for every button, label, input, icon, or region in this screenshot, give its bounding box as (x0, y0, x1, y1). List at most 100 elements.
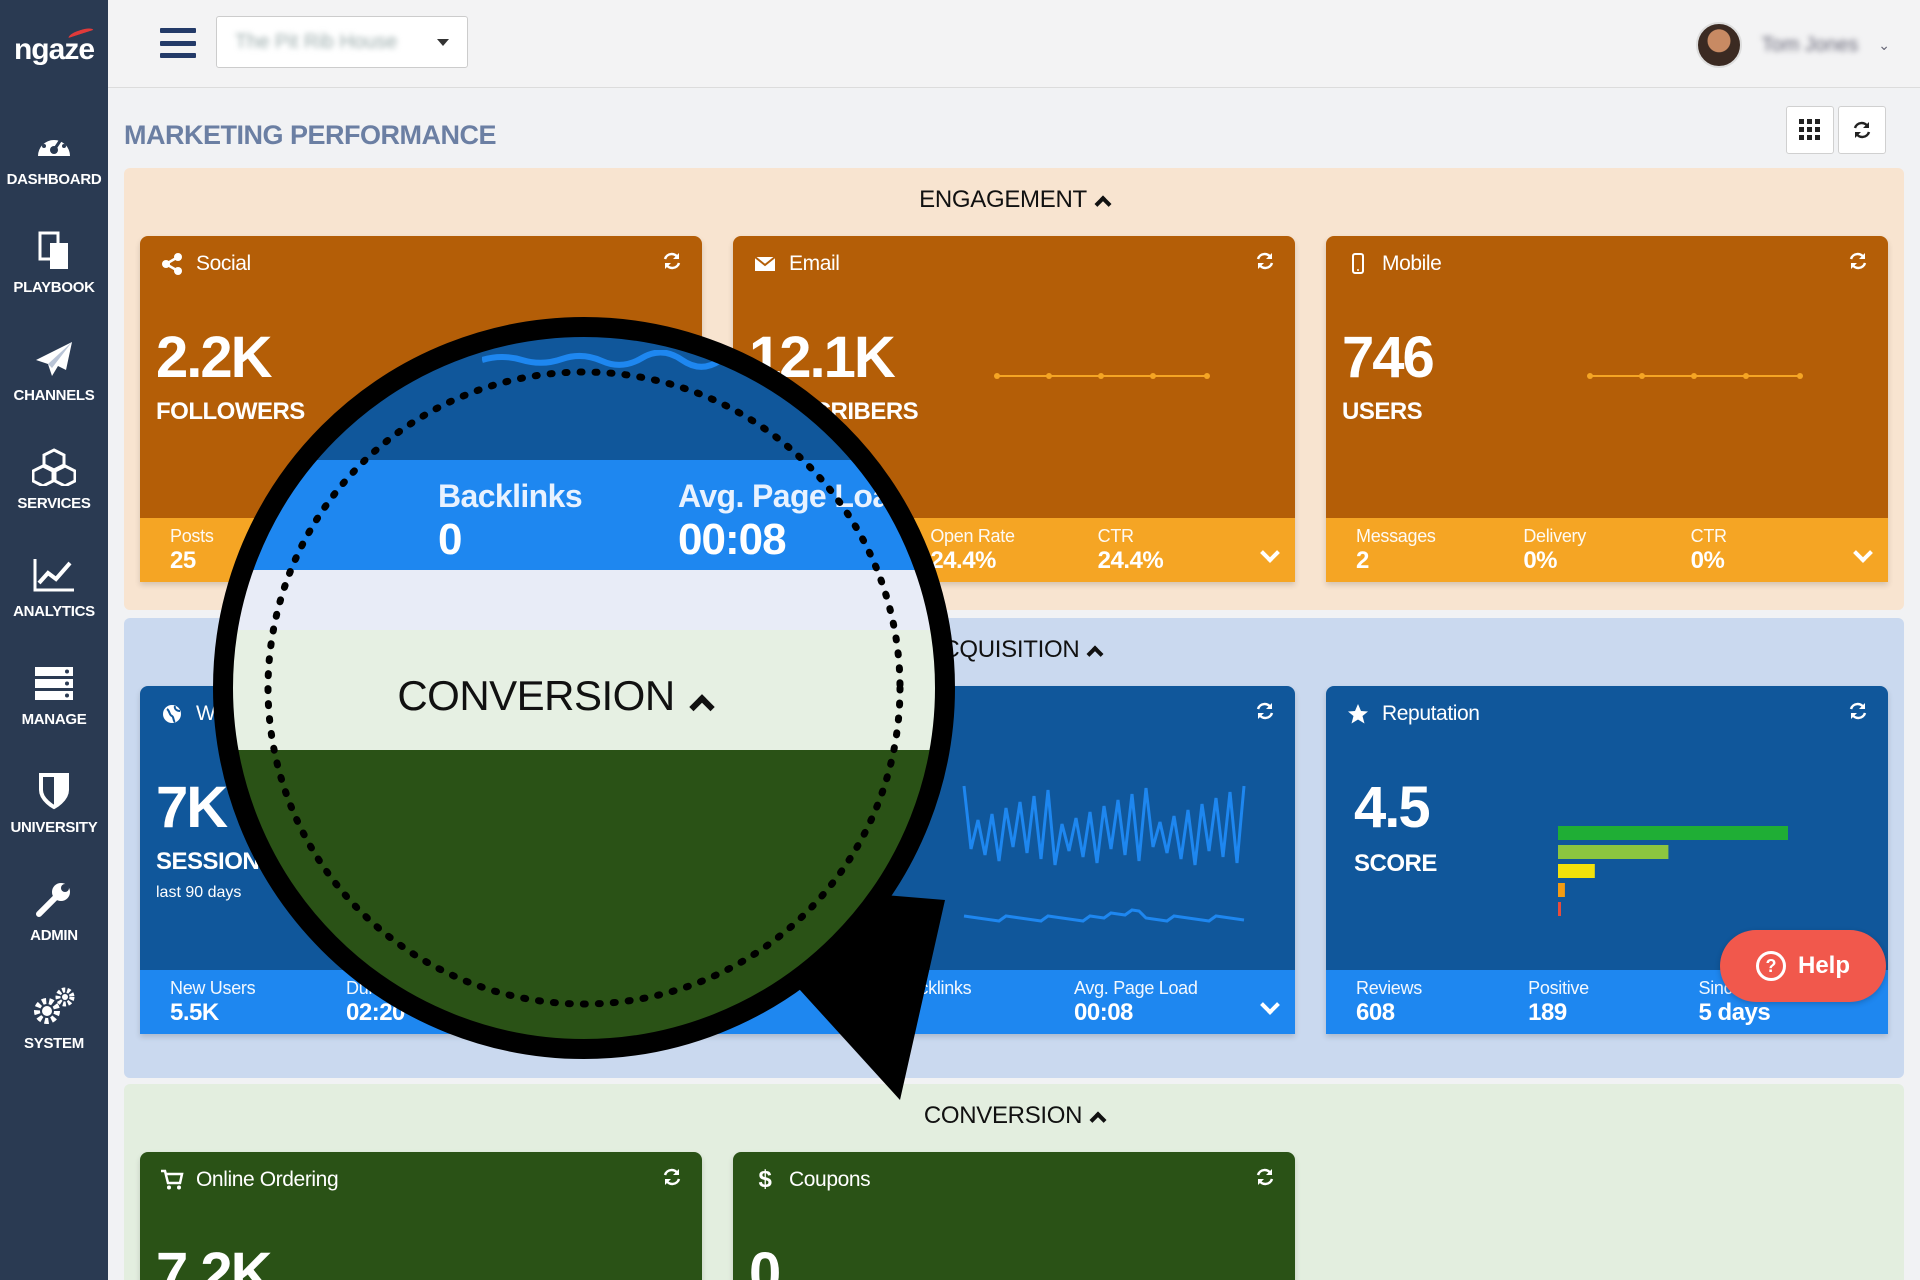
sidebar-item-university[interactable]: UNIVERSITY (0, 748, 108, 856)
avatar (1695, 22, 1742, 68)
menu-toggle-icon[interactable] (160, 28, 196, 58)
rating-bar (1558, 883, 1565, 897)
card-header: Social (140, 236, 702, 292)
stat-value: 0% (1690, 547, 1725, 574)
stat-value: 24.4% (1097, 547, 1164, 574)
stat-value: 02:20 (346, 999, 405, 1026)
dollar-icon: $ (758, 1166, 772, 1193)
sidebar-item-dashboard[interactable]: DASHBOARD (0, 100, 108, 208)
stat-avg-page-load: Avg. Page Load 00:08 (1074, 970, 1250, 1034)
shopping-cart-icon (160, 1168, 184, 1192)
metric-unit: SCORE (1354, 850, 1437, 877)
stat-placeholder (763, 518, 930, 582)
stat-value: 5 days (1698, 999, 1771, 1026)
stat-label: CTR (1097, 526, 1134, 546)
stat-value: 608 (1356, 999, 1395, 1026)
engagement-section: ENGAGEMENT Social 2.2K FOLLOWERS Posts 25… (124, 168, 1904, 610)
card-header: $ Coupons (733, 1152, 1295, 1208)
card-title: Email (789, 252, 840, 275)
stat-posts: Posts 25 (170, 518, 346, 582)
acquisition-section: ACQUISITION Web 7K pons SESSIONS last 90 … (124, 618, 1904, 1078)
acquisition-header[interactable]: ACQUISITION (124, 636, 1904, 664)
baseline-line (963, 908, 1245, 923)
stat-value: 00:08 (1074, 999, 1133, 1026)
sidebar-item-analytics[interactable]: ANALYTICS (0, 532, 108, 640)
chevron-down-icon: ⌄ (1878, 36, 1890, 53)
stat-label: CTR (1690, 526, 1727, 546)
sidebar-item-admin[interactable]: ADMIN (0, 856, 108, 964)
stat-label: New Users (170, 978, 256, 998)
card-title: Online Ordering (196, 1168, 339, 1191)
sidebar-item-playbook[interactable]: PLAYBOOK (0, 208, 108, 316)
user-menu[interactable]: Tom Jones ⌄ (1695, 22, 1890, 68)
refresh-icon[interactable] (1848, 251, 1868, 277)
server-icon (32, 661, 76, 705)
card-title: Coupons (789, 1168, 871, 1191)
card-footer: Posts 25 (140, 518, 702, 582)
stat-label: Posts (170, 526, 214, 546)
metric-unit: SESSIONS (156, 848, 275, 875)
sidebar-item-channels[interactable]: CHANNELS (0, 316, 108, 424)
business-select-value: The Pit Rib House (235, 30, 398, 53)
wrench-icon (32, 877, 76, 921)
help-label: Help (1797, 952, 1850, 979)
engagement-header[interactable]: ENGAGEMENT (124, 186, 1904, 214)
sidebar-item-manage[interactable]: MANAGE (0, 640, 108, 748)
sparkline (994, 373, 1210, 379)
sidebar-item-services[interactable]: SERVICES (0, 424, 108, 532)
refresh-icon[interactable] (1848, 701, 1868, 727)
card-header: Mobile (1326, 236, 1888, 292)
email-card: Email 12.1K SUBSCRIBERS Open Rate 24.4% C… (733, 236, 1295, 582)
refresh-icon[interactable] (662, 251, 682, 277)
card-header: Web (140, 686, 1295, 742)
stat-value: 0 (898, 999, 911, 1026)
section-title: CONVERSION (923, 1102, 1083, 1129)
stat-value: 0% (1523, 547, 1558, 574)
sidebar-item-label: ADMIN (30, 926, 78, 944)
stat-open-rate: Open Rate 24.4% (930, 518, 1097, 582)
stat-duration: Duration 02:20 (346, 970, 522, 1034)
refresh-icon[interactable] (1255, 701, 1275, 727)
sidebar-item-label: DASHBOARD (6, 170, 102, 188)
metric-suffix: pons (244, 798, 317, 834)
card-footer: New Users 5.5K Duration 02:20 Backlinks 0 A… (140, 970, 1295, 1034)
ngaze-logo[interactable]: ngaze (0, 0, 108, 100)
card-footer: Open Rate 24.4% CTR 24.4% (733, 518, 1295, 582)
sidebar-item-label: UNIVERSITY (10, 818, 98, 836)
grid-view-button[interactable] (1786, 106, 1834, 154)
share-icon (160, 252, 184, 276)
chevron-up-icon (1086, 645, 1104, 663)
metric-value: 4.5 (1354, 775, 1431, 840)
expand-chevron-icon[interactable] (1260, 995, 1280, 1015)
playbook-icon (32, 229, 76, 273)
refresh-icon[interactable] (1255, 1167, 1275, 1193)
metric-value: 12.1K (749, 325, 896, 390)
section-title: ACQUISITION (926, 636, 1080, 663)
sidebar-item-label: SYSTEM (24, 1034, 84, 1052)
mobile-card: Mobile 746 USERS Messages 2 Delivery 0% CT… (1326, 236, 1888, 582)
user-name: Tom Jones (1761, 33, 1859, 56)
online-ordering-card: Online Ordering 7.2K (140, 1152, 702, 1280)
metric-unit: FOLLOWERS (156, 398, 305, 425)
metric-unit: USERS (1342, 398, 1423, 425)
refresh-icon[interactable] (662, 1167, 682, 1193)
metric-value: 746 (1342, 325, 1435, 390)
mobile-phone-icon (1346, 252, 1370, 276)
stat-label: Delivery (1523, 526, 1586, 546)
stat-messages: Messages 2 (1356, 518, 1523, 582)
refresh-icon[interactable] (1255, 251, 1275, 277)
stat-value: 25 (170, 547, 196, 574)
metric-value: 0 (749, 1241, 781, 1280)
web-card: Web 7K pons SESSIONS last 90 days New Use… (140, 686, 1295, 1034)
sidebar-item-system[interactable]: SYSTEM (0, 964, 108, 1072)
sidebar-item-label: PLAYBOOK (13, 278, 95, 296)
refresh-all-button[interactable] (1838, 106, 1886, 154)
conversion-header[interactable]: CONVERSION (124, 1102, 1904, 1130)
question-circle-icon: ? (1755, 951, 1786, 981)
help-button[interactable]: ? Help (1720, 930, 1886, 1002)
business-select[interactable]: The Pit Rib House (216, 16, 468, 68)
coupons-card: $ Coupons 0 (733, 1152, 1295, 1280)
metric-number: 7K (156, 775, 228, 840)
paper-plane-icon (32, 337, 76, 381)
rating-distribution-chart (1558, 826, 1788, 916)
